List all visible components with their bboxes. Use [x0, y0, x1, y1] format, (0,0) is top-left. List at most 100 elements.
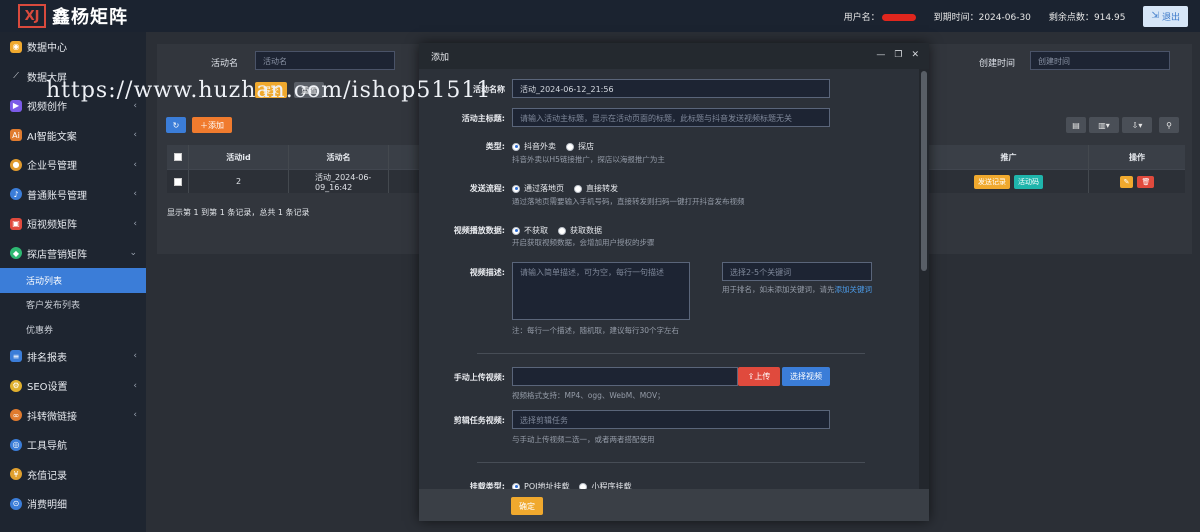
- radio-data-fetch[interactable]: [558, 226, 566, 235]
- link-icon: ∞: [10, 409, 22, 422]
- sidebar-item-tools[interactable]: ◎ 工具导航: [0, 430, 146, 460]
- sidebar-item-seo[interactable]: ⚙ SEO设置 ‹: [0, 371, 146, 401]
- logout-button[interactable]: ⇲ 退出: [1143, 5, 1188, 27]
- type-label: 类型:: [485, 142, 505, 151]
- sidebar-item-rank[interactable]: ≡ 排名报表 ‹: [0, 342, 146, 372]
- col-activity-id: 活动id: [189, 145, 289, 169]
- minimize-icon[interactable]: —: [876, 50, 885, 60]
- logout-icon: ⇲: [1151, 11, 1159, 21]
- sidebar-sub-activity-list[interactable]: 活动列表: [0, 268, 146, 293]
- main-title-input[interactable]: 请输入活动主标题，显示在活动页面的标题，此标题与抖音发送视频标题无关: [512, 108, 830, 127]
- refresh-button[interactable]: ↻: [166, 117, 186, 133]
- sidebar-sub-customer-publish[interactable]: 客户发布列表: [0, 293, 146, 318]
- choose-video-button[interactable]: 选择视频: [782, 367, 830, 386]
- radio-type-takeout[interactable]: [512, 142, 520, 151]
- maximize-icon[interactable]: ❐: [894, 50, 902, 60]
- radio-type-store[interactable]: [566, 142, 574, 151]
- type-hint: 抖音外卖以H5链接推广，探店以海报推广为主: [512, 155, 665, 164]
- add-keyword-link[interactable]: 添加关键词: [835, 285, 873, 294]
- main-title-label: 活动主标题:: [461, 114, 505, 123]
- pencil-icon: ✎: [1123, 177, 1130, 186]
- manual-upload-hint: 视频格式支持：MP4、ogg、WebM、MOV；: [512, 391, 665, 400]
- sidebar-item-short-video[interactable]: ▣ 短视频矩阵 ‹: [0, 209, 146, 239]
- tool-icon: ◎: [10, 438, 22, 451]
- edit-task-select[interactable]: 选择剪辑任务: [512, 410, 830, 429]
- radio-flow-direct[interactable]: [574, 184, 582, 193]
- chevron-left-icon: ‹: [133, 130, 137, 141]
- section-divider: [477, 462, 865, 463]
- mount-type-label: 挂载类型:: [469, 482, 505, 489]
- row-id: 2: [189, 170, 289, 193]
- manual-upload-label: 手动上传视频:: [453, 373, 505, 382]
- brand-name: 鑫杨矩阵: [52, 7, 128, 28]
- modal-scrollbar[interactable]: [919, 69, 929, 489]
- video-icon: ▶: [10, 99, 22, 112]
- edit-button[interactable]: ✎: [1119, 175, 1134, 188]
- col-activity-name: 活动名: [289, 145, 389, 169]
- columns-button[interactable]: ▥▾: [1089, 117, 1119, 133]
- sidebar-item-douyin-link[interactable]: ∞ 抖转微链接 ‹: [0, 401, 146, 431]
- row-actions: ✎ 🗑: [1089, 170, 1185, 193]
- watermark-text: https://www.huzhan.com/ishop51511: [46, 78, 492, 103]
- chevron-left-icon: ‹: [133, 189, 137, 200]
- activity-name-input[interactable]: 活动_2024-06-12_21:56: [512, 79, 830, 98]
- sidebar-item-recharge[interactable]: ¥ 充值记录: [0, 460, 146, 490]
- filter-created-input[interactable]: 创建时间: [1030, 51, 1170, 70]
- row-name: 活动_2024-06-09_16:42: [289, 170, 389, 193]
- close-icon[interactable]: ✕: [911, 50, 919, 60]
- sidebar-item-account[interactable]: ♪ 普通账号管理 ‹: [0, 180, 146, 210]
- filter-name-input[interactable]: 活动名: [255, 51, 395, 70]
- chevron-left-icon: ‹: [133, 218, 137, 229]
- delete-button[interactable]: 🗑: [1137, 175, 1155, 188]
- manual-upload-input[interactable]: [512, 367, 738, 386]
- sidebar-item-ai-copy[interactable]: Ai AI智能文案 ‹: [0, 121, 146, 151]
- sidebar-item-store-marketing[interactable]: ◆ 探店营销矩阵 ⌄: [0, 239, 146, 269]
- send-record-button[interactable]: 发送记录: [974, 174, 1010, 189]
- select-all-checkbox[interactable]: [167, 145, 189, 169]
- radio-flow-landing[interactable]: [512, 184, 520, 193]
- send-flow-hint: 通过落地页需要输入手机号码，直接转发则扫码一键打开抖音发布视频: [512, 197, 745, 206]
- upload-button[interactable]: ⇪ 上传: [738, 367, 780, 386]
- table-view-button[interactable]: ▤: [1066, 117, 1086, 133]
- sidebar-sub-coupon[interactable]: 优惠券: [0, 317, 146, 342]
- trash-icon: 🗑: [1141, 177, 1151, 186]
- modal-footer: 确定: [419, 489, 929, 521]
- activity-code-button[interactable]: 活动码: [1014, 174, 1043, 189]
- add-button[interactable]: ＋添加: [192, 117, 232, 133]
- sidebar-item-enterprise[interactable]: ● 企业号管理 ‹: [0, 150, 146, 180]
- col-promo: 推广: [929, 145, 1089, 169]
- play-data-hint: 开启获取视频数据，会增加用户授权的步骤: [512, 238, 655, 247]
- seo-icon: ⚙: [10, 379, 22, 392]
- radio-data-none[interactable]: [512, 226, 520, 235]
- consume-icon: ⊙: [10, 497, 22, 510]
- keyword-select[interactable]: 选择2-5个关键词: [722, 262, 872, 281]
- add-activity-modal: 添加 — ❐ ✕ 活动名称 活动_2024-06-12_21:56 活动主标题:…: [419, 43, 929, 521]
- filter-created-label: 创建时间: [979, 59, 1016, 69]
- export-button[interactable]: ⇩▾: [1122, 117, 1152, 133]
- chevron-left-icon: ‹: [133, 351, 137, 362]
- account-icon: ♪: [10, 188, 22, 201]
- data-center-icon: ◉: [10, 40, 22, 53]
- export-icon: ⇩▾: [1131, 120, 1143, 130]
- sidebar-item-consume[interactable]: ⊙ 消费明细: [0, 489, 146, 519]
- description-hint: 注：每行一个描述，随机取，建议每行30个字左右: [512, 326, 680, 335]
- short-video-icon: ▣: [10, 217, 22, 230]
- columns-icon: ▥▾: [1098, 120, 1110, 130]
- col-actions: 操作: [1129, 152, 1145, 162]
- refresh-icon: ↻: [172, 120, 180, 130]
- sidebar-item-data-center[interactable]: ◉ 数据中心: [0, 32, 146, 62]
- username: 用户名：: [844, 10, 916, 23]
- points-info: 剩余点数：914.95: [1048, 12, 1126, 23]
- search-toggle-button[interactable]: ⚲: [1159, 117, 1179, 133]
- edit-task-label: 剪辑任务视频:: [453, 416, 505, 425]
- scrollbar-thumb[interactable]: [921, 71, 927, 271]
- recharge-icon: ¥: [10, 468, 22, 481]
- row-checkbox[interactable]: [167, 170, 189, 193]
- edit-task-hint: 与手动上传视频二选一，或者两者搭配使用: [512, 435, 655, 444]
- filter-name-label: 活动名: [211, 59, 239, 69]
- brand-logo[interactable]: XJ 鑫杨矩阵: [18, 3, 128, 29]
- search-icon: ⚲: [1166, 120, 1172, 130]
- description-textarea[interactable]: 请输入简单描述，可为空，每行一句描述: [512, 262, 690, 320]
- chevron-down-icon: ⌄: [129, 248, 137, 259]
- confirm-button[interactable]: 确定: [511, 497, 543, 515]
